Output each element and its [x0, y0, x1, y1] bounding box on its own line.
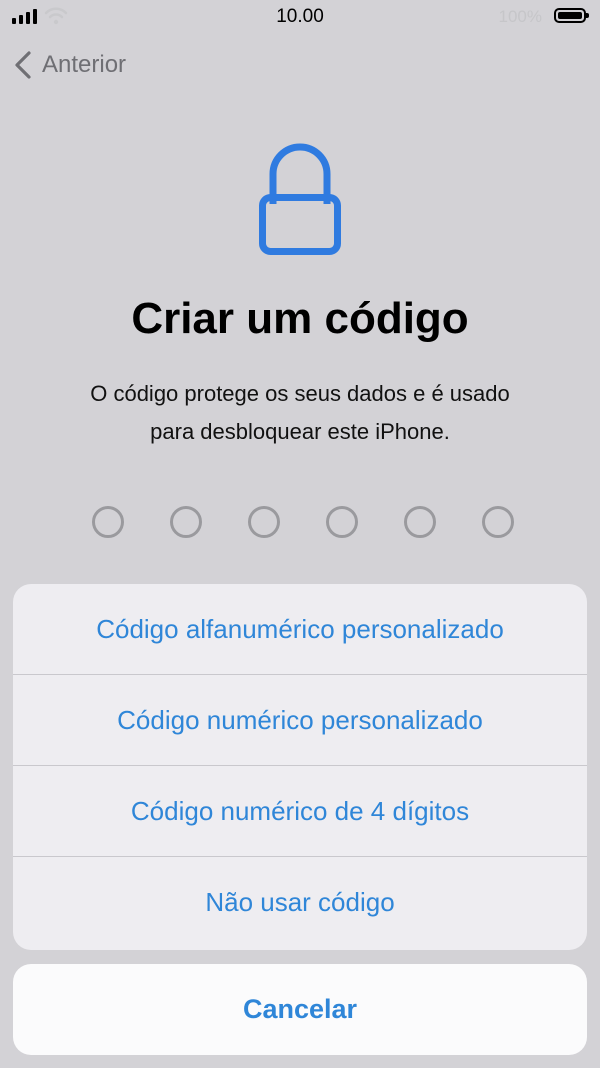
option-no-code[interactable]: Não usar código — [13, 857, 587, 948]
back-button[interactable]: Anterior — [14, 50, 126, 80]
battery-percent: 100% — [498, 7, 542, 26]
page-subtitle: O código protege os seus dados e é usado… — [30, 375, 570, 451]
option-alphanumeric-code[interactable]: Código alfanumérico personalizado — [13, 584, 587, 675]
passcode-dot — [170, 506, 202, 538]
action-sheet: Código alfanumérico personalizado Código… — [13, 584, 587, 950]
subtitle-line-2: para desbloquear este iPhone. — [150, 419, 450, 444]
cancel-button[interactable]: Cancelar — [13, 964, 587, 1055]
battery-icon — [554, 8, 589, 23]
passcode-dot — [92, 506, 124, 538]
subtitle-line-1: O código protege os seus dados e é usado — [90, 381, 510, 406]
back-label: Anterior — [42, 51, 127, 78]
chevron-left-icon — [15, 51, 31, 79]
option-4-digit-code[interactable]: Código numérico de 4 dígitos — [13, 766, 587, 857]
passcode-dot — [326, 506, 358, 538]
passcode-dot — [248, 506, 280, 538]
passcode-dots — [92, 506, 514, 538]
passcode-dot — [482, 506, 514, 538]
status-bar: 10.00 100% — [0, 0, 600, 34]
passcode-dot — [404, 506, 436, 538]
option-custom-numeric-code[interactable]: Código numérico personalizado — [13, 675, 587, 766]
page-title: Criar um código — [131, 294, 469, 343]
lock-icon — [259, 143, 341, 255]
